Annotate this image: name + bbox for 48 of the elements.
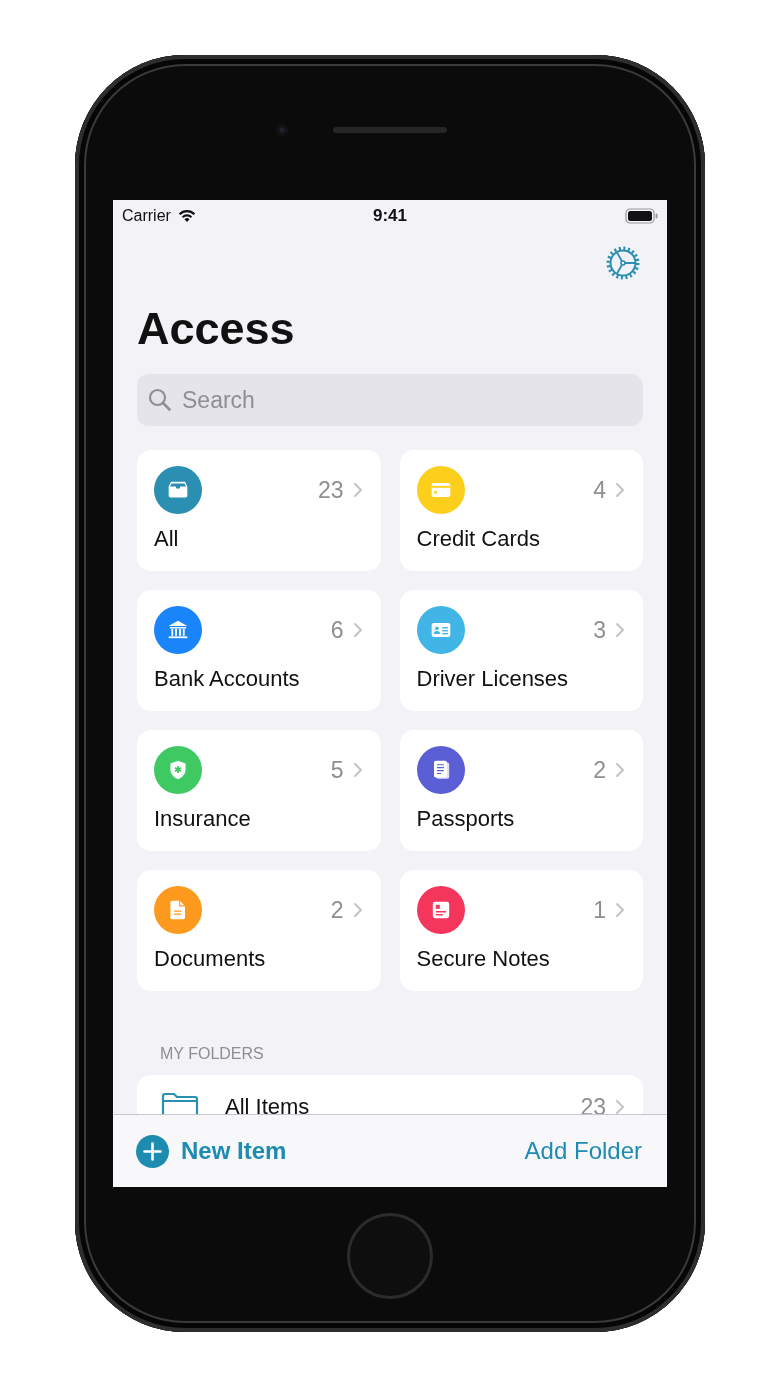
camera-lens [276,124,288,136]
section-header: MY FOLDERS [160,1044,265,1064]
category-label: Credit Cards [416,525,541,553]
folder-row[interactable]: All Items 23 [137,1075,643,1114]
category-card[interactable]: 1 Secure Notes [399,870,643,991]
item-count: 2 [330,896,344,924]
category-card[interactable]: 23 All [137,450,381,571]
page-title: Access [137,303,296,355]
chevron-icon [352,762,363,778]
category-label: Secure Notes [416,945,551,973]
wifi-icon [176,209,197,223]
category-card[interactable]: 2 Documents [137,870,381,991]
chevron-icon [615,902,625,918]
category-card[interactable]: 4 Credit Cards [399,450,643,571]
chevron-icon [352,902,363,918]
search-field[interactable]: Search [137,374,643,426]
category-card[interactable]: 3 Driver Licenses [399,590,643,711]
category-card[interactable]: 2 Passports [399,730,643,851]
item-count: 23 [580,1093,606,1114]
item-count: 3 [593,616,606,644]
category-card[interactable]: 6 Bank Accounts [137,590,381,711]
new-item-button[interactable]: New Item [136,1134,287,1168]
add-folder-button[interactable]: Add Folder [524,1137,642,1165]
chevron-icon [615,762,625,778]
battery-icon [625,208,659,224]
item-count: 5 [330,756,344,784]
item-count: 23 [317,476,344,504]
chevron-icon [352,482,363,498]
category-card[interactable]: 5 Insurance [137,730,381,851]
plus-icon [136,1134,169,1168]
chevron-icon [352,622,363,638]
item-count: 6 [330,616,344,644]
category-label: Bank Accounts [154,665,301,693]
category-label: Documents [154,945,267,973]
category-label: Driver Licenses [416,665,570,693]
folder-icon [161,1092,199,1114]
carrier-name: Carrier [122,207,171,225]
chevron-icon [615,482,625,498]
category-label: All [154,525,180,553]
category-label: Insurance [154,805,252,833]
status-time: 9:41 [373,206,407,226]
item-count: 2 [593,756,606,784]
item-count: 4 [593,476,606,504]
settings-icon[interactable] [605,245,641,281]
category-label: Passports [416,805,516,833]
item-count: 1 [593,896,606,924]
folder-label: All Items [225,1094,311,1114]
chevron-icon [615,622,625,638]
